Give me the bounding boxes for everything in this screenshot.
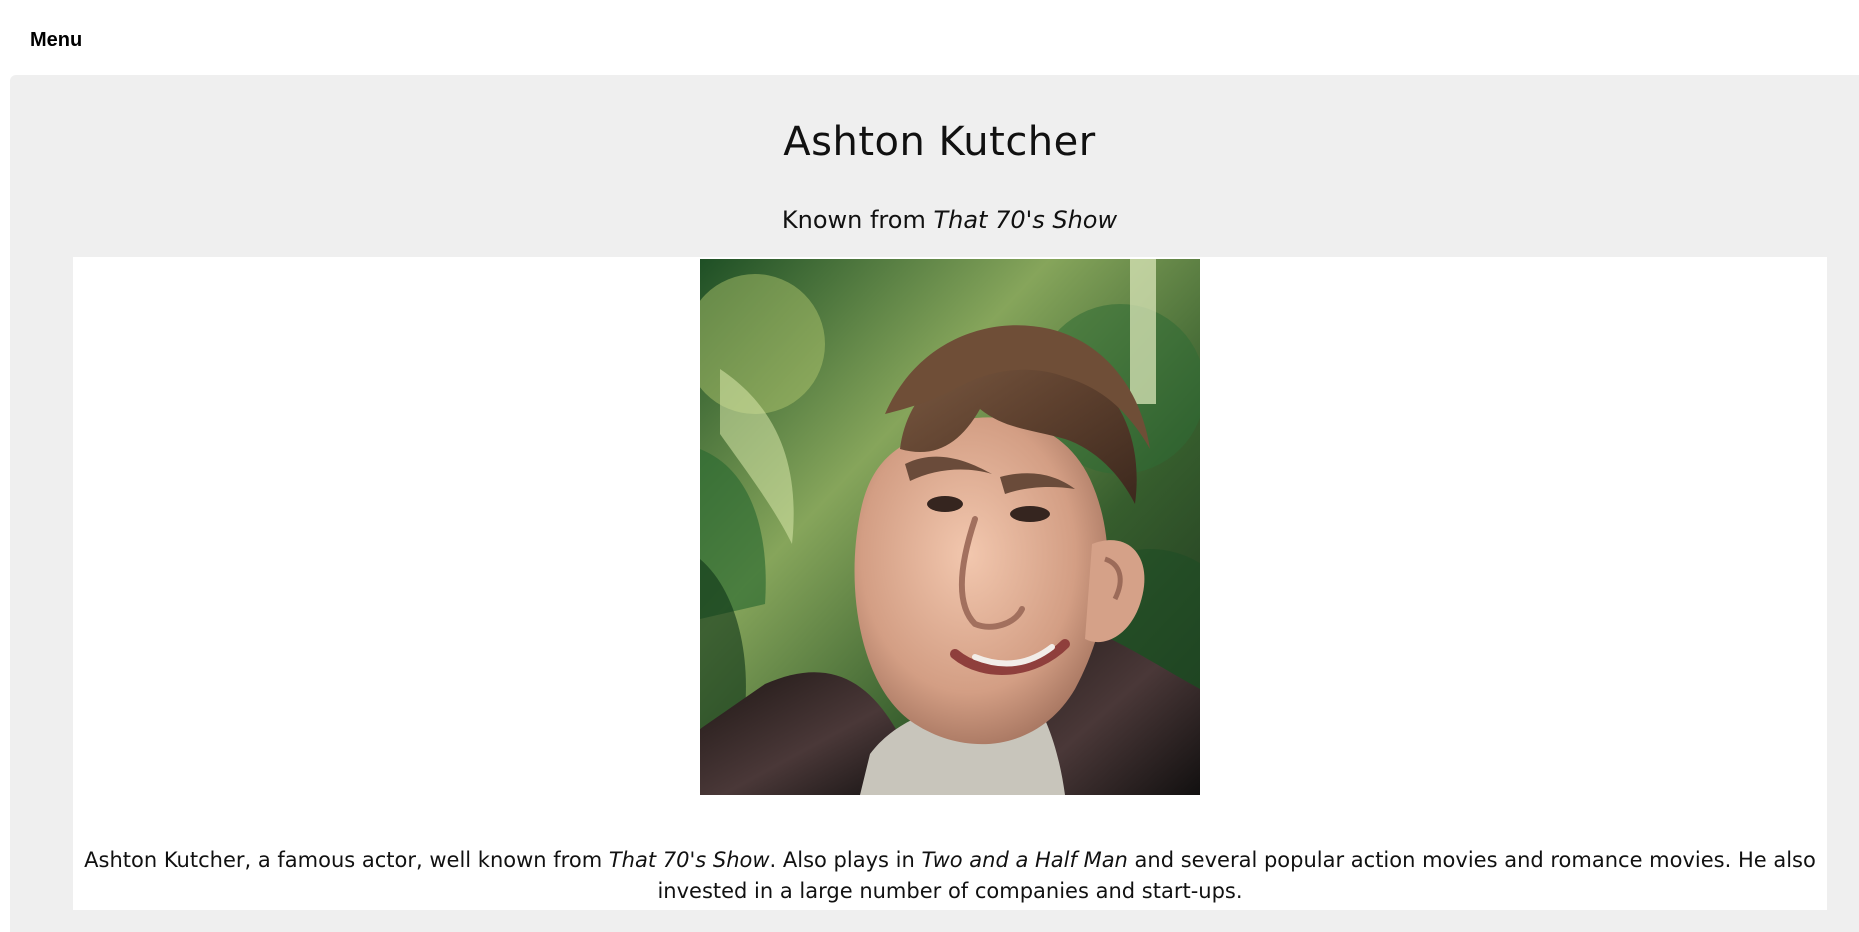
top-navigation-bar: Menu <box>0 0 1859 75</box>
biography-show-two: Two and a Half Man <box>921 848 1128 872</box>
known-from-prefix: Known from <box>781 206 934 234</box>
portrait-image <box>700 259 1200 795</box>
known-from-show: That 70's Show <box>933 206 1118 234</box>
biography-show-one: That 70's Show <box>608 848 770 872</box>
menu-button[interactable]: Menu <box>30 30 82 50</box>
page-title: Ashton Kutcher <box>783 119 1096 165</box>
biography-part-two: . Also plays in <box>769 848 922 872</box>
biography-text: Ashton Kutcher, a famous actor, well kno… <box>73 845 1827 907</box>
content-card: Ashton Kutcher, a famous actor, well kno… <box>73 257 1827 910</box>
known-from-subtitle: Known from That 70's Show <box>0 206 1859 235</box>
biography-part-one: Ashton Kutcher, a famous actor, well kno… <box>84 848 609 872</box>
